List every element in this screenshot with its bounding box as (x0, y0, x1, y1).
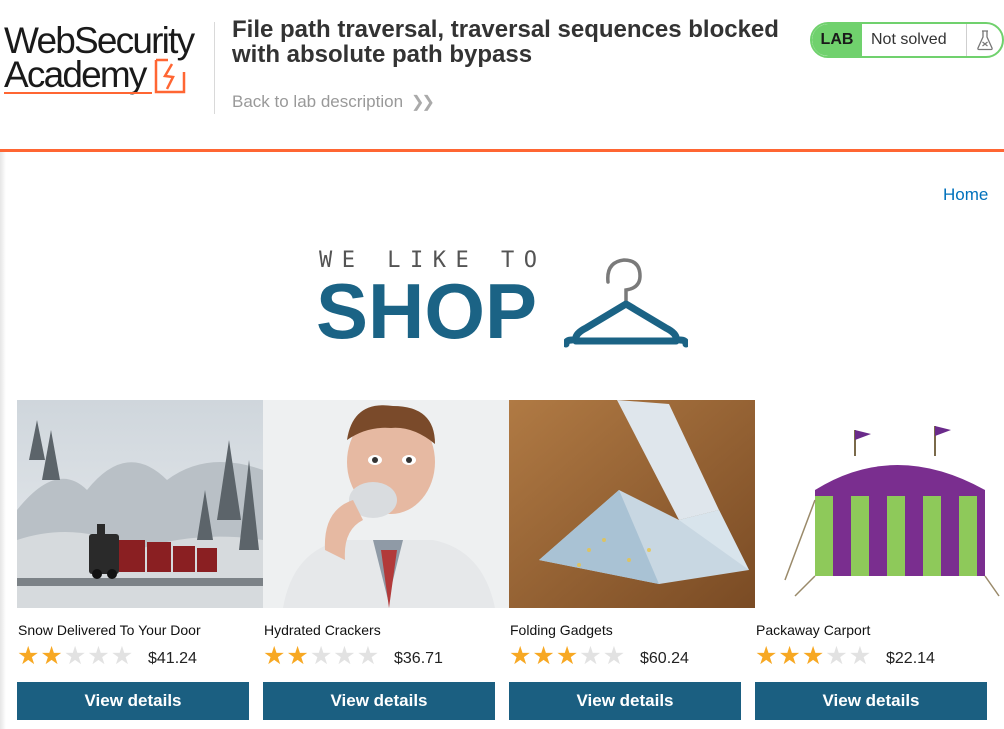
lab-status-widget: LAB Not solved (810, 22, 1004, 58)
header-divider (214, 22, 215, 114)
product-image[interactable] (263, 400, 509, 608)
star-icon: ★ (63, 642, 87, 670)
star-icon: ★ (755, 642, 778, 670)
banner-shop-word: SHOP (316, 267, 538, 355)
product-name: Snow Delivered To Your Door (18, 622, 201, 638)
product-card: Packaway Carport ★ ★ ★ ★ ★ $22.14 View d… (755, 400, 1001, 729)
we-like-to-shop-banner: WE LIKE TO SHOP (316, 242, 696, 352)
star-icon: ★ (825, 642, 848, 670)
star-icon: ★ (555, 642, 579, 670)
star-icon: ★ (263, 642, 286, 670)
star-icon: ★ (532, 642, 555, 670)
product-name: Packaway Carport (756, 622, 871, 638)
product-name: Hydrated Crackers (264, 622, 381, 638)
star-icon: ★ (110, 642, 134, 670)
star-rating: ★ ★ ★ ★ ★ (509, 643, 625, 669)
star-rating: ★ ★ ★ ★ ★ (17, 643, 133, 669)
star-icon: ★ (309, 642, 333, 670)
star-icon: ★ (848, 642, 872, 670)
origami-banknote-image (509, 400, 755, 608)
product-image[interactable] (17, 400, 263, 608)
product-price: $41.24 (148, 650, 197, 667)
product-grid: Snow Delivered To Your Door ★ ★ ★ ★ ★ $4… (17, 400, 1004, 729)
product-card: Folding Gadgets ★ ★ ★ ★ ★ $60.24 View de… (509, 400, 755, 729)
star-icon: ★ (333, 642, 356, 670)
star-rating: ★ ★ ★ ★ ★ (755, 643, 871, 669)
coat-hanger-icon (564, 258, 688, 348)
view-details-button[interactable]: View details (263, 682, 495, 720)
home-link[interactable]: Home (943, 185, 988, 205)
header-accent-rule (0, 149, 1004, 152)
star-icon: ★ (286, 642, 309, 670)
product-price: $36.71 (394, 650, 443, 667)
logo-text-line2: Academy (4, 54, 147, 95)
back-link-label: Back to lab description (232, 92, 404, 111)
star-icon: ★ (509, 642, 532, 670)
product-card: Hydrated Crackers ★ ★ ★ ★ ★ $36.71 View … (263, 400, 509, 729)
view-details-button[interactable]: View details (509, 682, 741, 720)
product-image[interactable] (755, 400, 1001, 608)
academy-header: WebSecurity Academy File path traversal,… (0, 0, 1004, 152)
lab-badge: LAB (812, 24, 862, 56)
view-details-button[interactable]: View details (755, 682, 987, 720)
logo-underline (4, 92, 152, 94)
star-icon: ★ (40, 642, 63, 670)
star-icon: ★ (579, 642, 602, 670)
flask-icon (966, 24, 1002, 56)
lab-status-text: Not solved (871, 31, 947, 48)
striped-tent-image (755, 400, 1001, 608)
lab-title: File path traversal, traversal sequences… (232, 16, 779, 68)
view-details-button[interactable]: View details (17, 682, 249, 720)
snowy-steam-train-image (17, 400, 263, 608)
logo-lightning-icon (154, 58, 186, 94)
back-to-lab-description-link[interactable]: Back to lab description ❯❯ (232, 92, 435, 112)
product-card: Snow Delivered To Your Door ★ ★ ★ ★ ★ $4… (17, 400, 263, 729)
star-icon: ★ (17, 642, 40, 670)
star-icon: ★ (778, 642, 801, 670)
star-icon: ★ (356, 642, 380, 670)
double-chevron-right-icon: ❯❯ (411, 94, 435, 111)
star-icon: ★ (801, 642, 825, 670)
product-name: Folding Gadgets (510, 622, 613, 638)
product-price: $22.14 (886, 650, 935, 667)
star-rating: ★ ★ ★ ★ ★ (263, 643, 379, 669)
man-eating-cracker-image (263, 400, 509, 608)
star-icon: ★ (602, 642, 626, 670)
product-image[interactable] (509, 400, 755, 608)
web-security-academy-logo[interactable]: WebSecurity Academy (4, 18, 214, 100)
product-price: $60.24 (640, 650, 689, 667)
star-icon: ★ (87, 642, 110, 670)
